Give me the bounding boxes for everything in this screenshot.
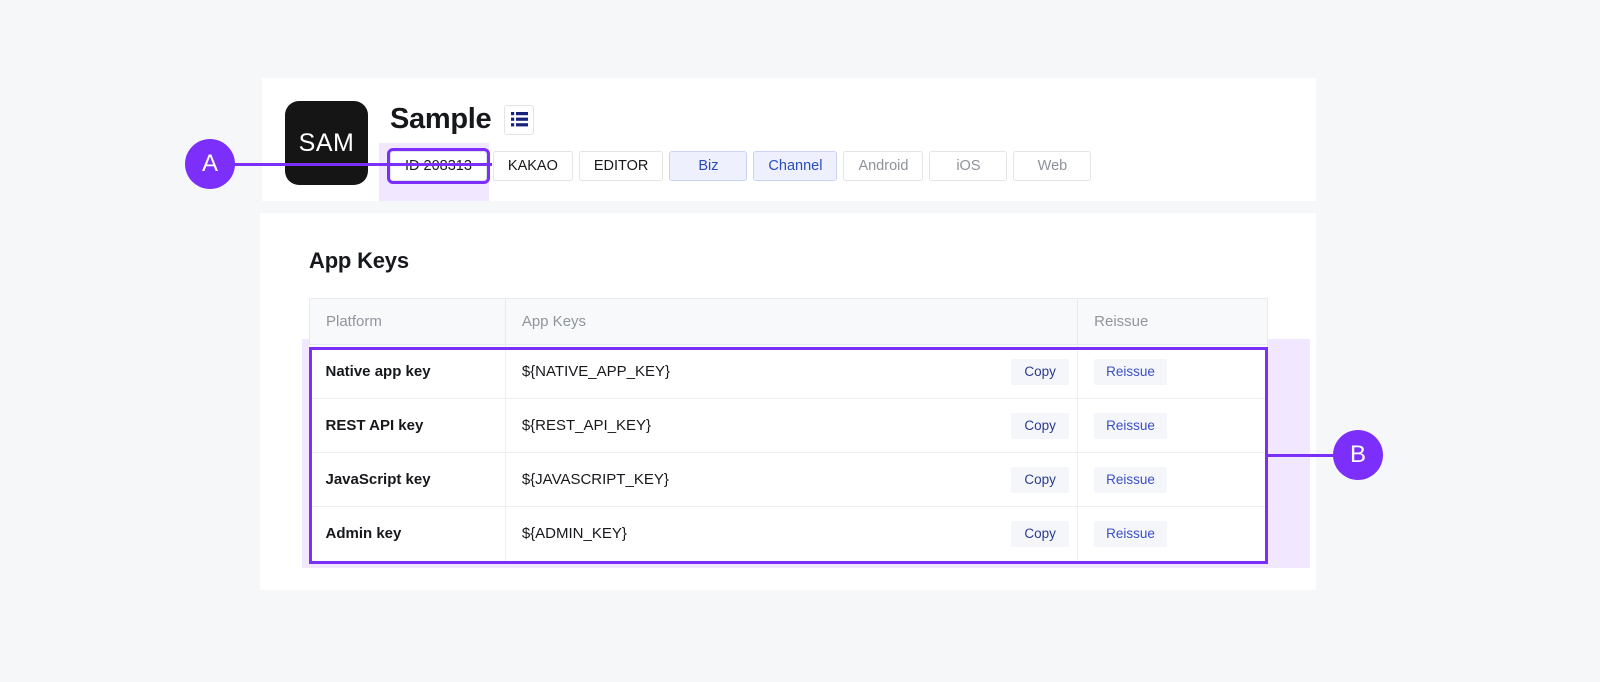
table-header-row: Platform App Keys Reissue: [309, 298, 1268, 345]
reissue-button-javascript[interactable]: Reissue: [1094, 466, 1167, 493]
annotation-badge-b: B: [1333, 430, 1383, 480]
key-value-rest: ${REST_API_KEY}: [521, 417, 652, 434]
app-title-row: Sample: [390, 103, 535, 136]
app-logo: SAM: [285, 101, 368, 185]
reissue-button-native[interactable]: Reissue: [1094, 358, 1167, 385]
app-meta-chip-row: ID 208313 KAKAO EDITOR Biz Channel Andro…: [387, 148, 1092, 184]
cell-key-admin: ${ADMIN_KEY} Copy: [505, 506, 1079, 561]
app-keys-table-body: Native app key ${NATIVE_APP_KEY} Copy Re…: [309, 344, 1268, 561]
cell-platform-javascript: JavaScript key: [309, 452, 506, 507]
reissue-button-rest[interactable]: Reissue: [1094, 412, 1167, 439]
cell-platform-admin: Admin key: [309, 506, 506, 561]
cell-key-rest: ${REST_API_KEY} Copy: [505, 398, 1079, 453]
chip-editor-label: EDITOR: [593, 158, 649, 174]
cell-platform-rest: REST API key: [309, 398, 506, 453]
table-row: Native app key ${NATIVE_APP_KEY} Copy Re…: [309, 344, 1268, 399]
chip-kakao-label: KAKAO: [507, 158, 558, 174]
copy-button-native[interactable]: Copy: [1011, 358, 1070, 385]
table-row: JavaScript key ${JAVASCRIPT_KEY} Copy Re…: [309, 452, 1268, 507]
chip-android[interactable]: Android: [843, 151, 924, 181]
column-header-app-keys: App Keys: [505, 298, 1079, 345]
chip-web[interactable]: Web: [1013, 151, 1092, 181]
app-id-chip[interactable]: ID 208313: [387, 148, 490, 184]
cell-reissue-admin: Reissue: [1077, 506, 1268, 561]
cell-key-native: ${NATIVE_APP_KEY} Copy: [505, 344, 1079, 399]
chip-ios[interactable]: iOS: [929, 151, 1008, 181]
app-keys-table: Platform App Keys Reissue Native app key…: [309, 298, 1268, 561]
page-root: SAM Sample ID 208313 KAKAO EDITOR Biz Ch…: [0, 0, 1600, 682]
cell-platform-native: Native app key: [309, 344, 506, 399]
copy-button-javascript[interactable]: Copy: [1011, 466, 1070, 493]
table-row: REST API key ${REST_API_KEY} Copy Reissu…: [309, 398, 1268, 453]
chip-web-label: Web: [1037, 158, 1068, 174]
chip-android-label: Android: [858, 158, 909, 174]
column-header-platform: Platform: [309, 298, 506, 345]
reissue-button-admin[interactable]: Reissue: [1094, 520, 1167, 547]
chip-channel[interactable]: Channel: [753, 151, 838, 181]
list-icon-button[interactable]: [504, 104, 535, 135]
key-value-admin: ${ADMIN_KEY}: [521, 525, 627, 543]
list-icon: [510, 112, 528, 127]
cell-key-javascript: ${JAVASCRIPT_KEY} Copy: [505, 452, 1079, 507]
app-logo-text: SAM: [298, 128, 355, 157]
cell-reissue-rest: Reissue: [1077, 398, 1268, 453]
column-header-reissue: Reissue: [1077, 298, 1268, 345]
key-value-javascript: ${JAVASCRIPT_KEY}: [521, 471, 669, 488]
app-header-card: SAM Sample ID 208313 KAKAO EDITOR Biz Ch…: [262, 78, 1316, 201]
table-row: Admin key ${ADMIN_KEY} Copy Reissue: [309, 506, 1268, 561]
chip-editor[interactable]: EDITOR: [578, 151, 664, 181]
app-keys-section-title: App Keys: [309, 248, 409, 273]
chip-biz-label: Biz: [698, 158, 719, 174]
key-value-native: ${NATIVE_APP_KEY}: [521, 363, 670, 380]
copy-button-rest[interactable]: Copy: [1011, 412, 1070, 439]
app-keys-table-head: Platform App Keys Reissue: [309, 298, 1268, 345]
chip-channel-label: Channel: [768, 158, 823, 174]
cell-reissue-native: Reissue: [1077, 344, 1268, 399]
connector-line-a: [232, 163, 492, 166]
app-id-chip-label: ID 208313: [405, 158, 472, 174]
cell-reissue-javascript: Reissue: [1077, 452, 1268, 507]
chip-biz[interactable]: Biz: [669, 151, 748, 181]
chip-kakao[interactable]: KAKAO: [492, 151, 573, 181]
app-keys-card: App Keys Platform App Keys Reissue Nativ…: [260, 213, 1316, 590]
annotation-badge-a: A: [185, 139, 235, 189]
page-title: Sample: [390, 103, 492, 135]
copy-button-admin[interactable]: Copy: [1011, 520, 1070, 547]
chip-ios-label: iOS: [956, 158, 981, 174]
